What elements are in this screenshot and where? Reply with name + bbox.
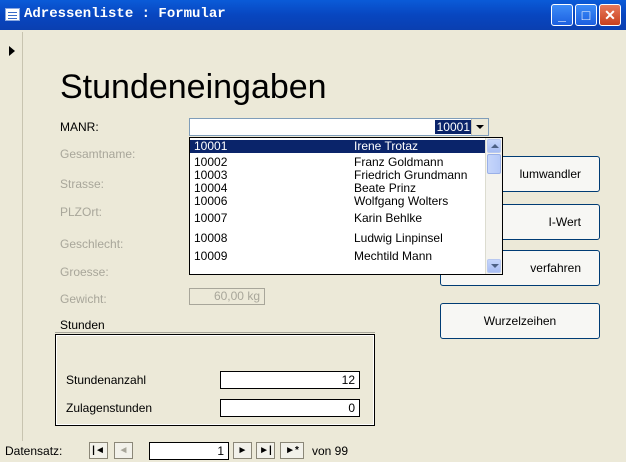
manr-label: MANR: <box>60 120 99 134</box>
new-record-button[interactable]: ►* <box>280 442 304 459</box>
list-item[interactable]: 10001 Irene Trotaz <box>190 140 486 153</box>
window-title: Adressenliste : Formular <box>24 6 226 22</box>
groesse-label: Groesse: <box>60 265 109 279</box>
plzort-label: PLZOrt: <box>60 205 103 219</box>
verfahren-label: verfahren <box>530 261 581 275</box>
iwert-label: I-Wert <box>548 215 581 229</box>
wurzelzeihen-button[interactable]: Wurzelzeihen <box>440 303 600 339</box>
section-divider <box>55 332 375 333</box>
scroll-thumb[interactable] <box>487 154 501 174</box>
record-label: Datensatz: <box>5 444 63 458</box>
gewicht-field: 60,00 kg <box>189 288 265 305</box>
list-item[interactable]: 10007 Karin Behlke <box>190 212 486 225</box>
dropdown-scrollbar[interactable] <box>485 138 502 274</box>
form-heading: Stundeneingaben <box>60 68 327 106</box>
list-item[interactable]: 10008 Ludwig Linpinsel <box>190 232 486 245</box>
prev-record-button[interactable]: ◄ <box>114 442 133 459</box>
record-selector[interactable] <box>4 32 23 442</box>
stundenanzahl-label: Stundenanzahl <box>66 373 147 387</box>
close-button[interactable]: ✕ <box>599 4 621 26</box>
first-record-button[interactable]: |◄ <box>89 442 108 459</box>
list-item[interactable]: 10003 Friedrich Grundmann <box>190 169 486 182</box>
geschlecht-label: Geschlecht: <box>60 237 124 251</box>
chevron-down-icon[interactable] <box>471 119 488 135</box>
manr-value: 10001 <box>434 120 472 134</box>
gewicht-label: Gewicht: <box>60 292 107 306</box>
strasse-label: Strasse: <box>60 177 105 191</box>
minimize-button[interactable]: _ <box>551 4 573 26</box>
stunden-section-label: Stunden <box>60 318 105 332</box>
stundenanzahl-field[interactable]: 12 <box>220 371 360 389</box>
gesamtname-label: Gesamtname: <box>60 147 136 161</box>
list-item[interactable]: 10009 Mechtild Mann <box>190 250 486 263</box>
title-bar: Adressenliste : Formular _ □ ✕ <box>0 0 626 30</box>
volumwandler-label: lumwandler <box>519 167 581 181</box>
maximize-button[interactable]: □ <box>575 4 597 26</box>
form-icon <box>5 8 20 21</box>
manr-dropdown-list[interactable]: 10001 Irene Trotaz 10002 Franz Goldmann 10… <box>189 137 503 275</box>
record-navigation: Datensatz: |◄ ◄ 1 ► ►| ►* von 99 <box>0 441 626 462</box>
current-record-icon <box>9 46 15 56</box>
next-record-button[interactable]: ► <box>233 442 252 459</box>
scroll-up-icon[interactable] <box>487 139 501 153</box>
wurzelzeihen-label: Wurzelzeihen <box>483 314 557 328</box>
last-record-button[interactable]: ►| <box>256 442 275 459</box>
record-number-input[interactable]: 1 <box>149 442 229 460</box>
manr-combobox[interactable]: 10001 <box>189 118 489 136</box>
zulagenstunden-field[interactable]: 0 <box>220 399 360 417</box>
zulagenstunden-label: Zulagenstunden <box>66 401 153 415</box>
record-total: von 99 <box>312 444 349 458</box>
scroll-down-icon[interactable] <box>487 259 501 273</box>
list-item[interactable]: 10006 Wolfgang Wolters <box>190 195 486 208</box>
